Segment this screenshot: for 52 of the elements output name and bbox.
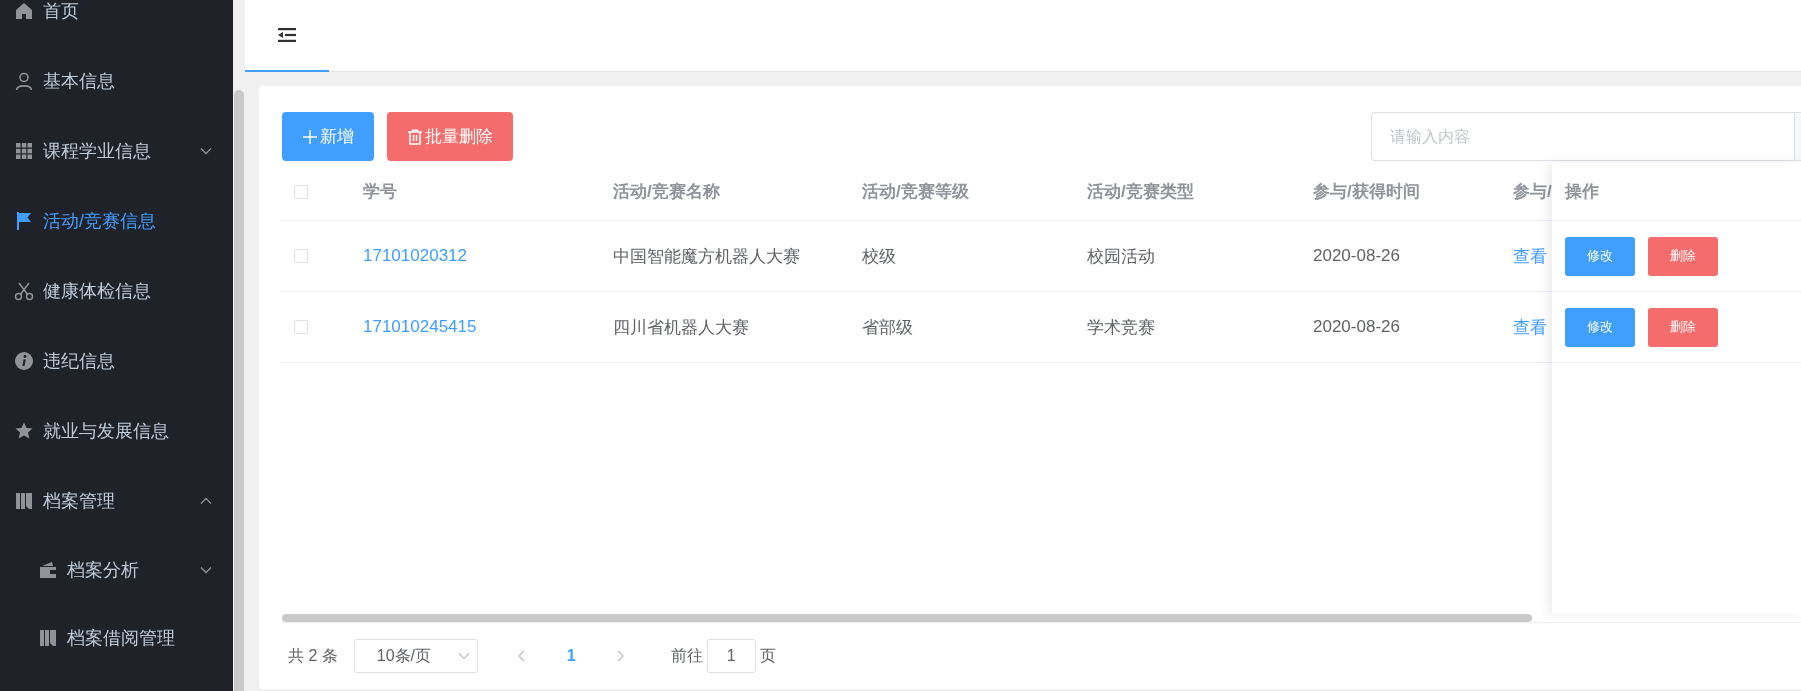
checkbox[interactable]: [294, 184, 308, 199]
sidebar-item[interactable]: 档案借阅管理: [0, 604, 233, 672]
archive-icon: [14, 491, 34, 511]
sidebar-item[interactable]: 档案分析: [0, 536, 233, 604]
page-suffix: 页: [759, 645, 776, 666]
scrollbar-thumb[interactable]: [234, 90, 244, 691]
previous-page-icon[interactable]: [517, 649, 528, 663]
column-header: 学号: [363, 181, 397, 203]
grid-icon: [14, 141, 34, 161]
column-header: 活动/竞赛名称: [613, 181, 720, 203]
column-header: 参与/: [1513, 181, 1552, 203]
wallet-icon: [38, 560, 58, 580]
scrollbar-thumb[interactable]: [282, 614, 1532, 622]
column-header: 活动/竞赛类型: [1087, 181, 1194, 203]
table-cell: 2020-08-26: [1313, 317, 1400, 337]
sidebar-item[interactable]: 违纪信息: [0, 326, 233, 396]
page-input[interactable]: 1: [706, 639, 756, 673]
table-cell-text: 校园活动: [1087, 245, 1155, 268]
total-count: 共 2 条: [288, 645, 338, 666]
user-icon: [14, 71, 34, 91]
table-cell-text: 校级: [862, 245, 896, 268]
sidebar-item[interactable]: 就业与发展信息: [0, 396, 233, 466]
table-cell-text: 省部级: [862, 316, 913, 339]
next-page-icon[interactable]: [615, 649, 626, 663]
plus-icon: [302, 128, 318, 145]
sidebar-item[interactable]: 课程学业信息: [0, 116, 233, 186]
home-icon: [14, 1, 34, 21]
sidebar-item[interactable]: 健康体检信息: [0, 256, 233, 326]
search-append-button[interactable]: [1794, 112, 1801, 161]
page-size-select[interactable]: 10条/页: [353, 639, 478, 673]
sidebar-item[interactable]: 档案管理: [0, 466, 233, 536]
goto-label: 前往: [670, 645, 703, 666]
info-icon: [14, 351, 34, 371]
archive-icon: [38, 628, 58, 648]
sidebar-item[interactable]: 基本信息: [0, 46, 233, 116]
sidebar-item[interactable]: 活动/竞赛信息: [0, 186, 233, 256]
column-header: 参与/获得时间: [1313, 181, 1420, 203]
menu-fold-icon: [278, 27, 296, 43]
table-cell-text: 四川省机器人大赛: [613, 316, 749, 339]
column-header: 操作: [1565, 181, 1599, 203]
sidebar-item[interactable]: 首页: [0, 0, 233, 46]
column-header: 活动/竞赛等级: [862, 181, 969, 203]
star-icon: [14, 421, 34, 441]
flag-icon: [14, 211, 34, 231]
table-cell-text: 学术竞赛: [1087, 316, 1155, 339]
trash-icon: [407, 128, 423, 145]
scissors-icon: [14, 281, 34, 301]
checkbox[interactable]: [294, 249, 308, 263]
checkbox[interactable]: [294, 320, 308, 334]
table-cell-text: 中国智能魔方机器人大赛: [613, 245, 800, 268]
table-cell: 2020-08-26: [1313, 246, 1400, 266]
search-field[interactable]: 请输入内容: [1371, 112, 1794, 161]
